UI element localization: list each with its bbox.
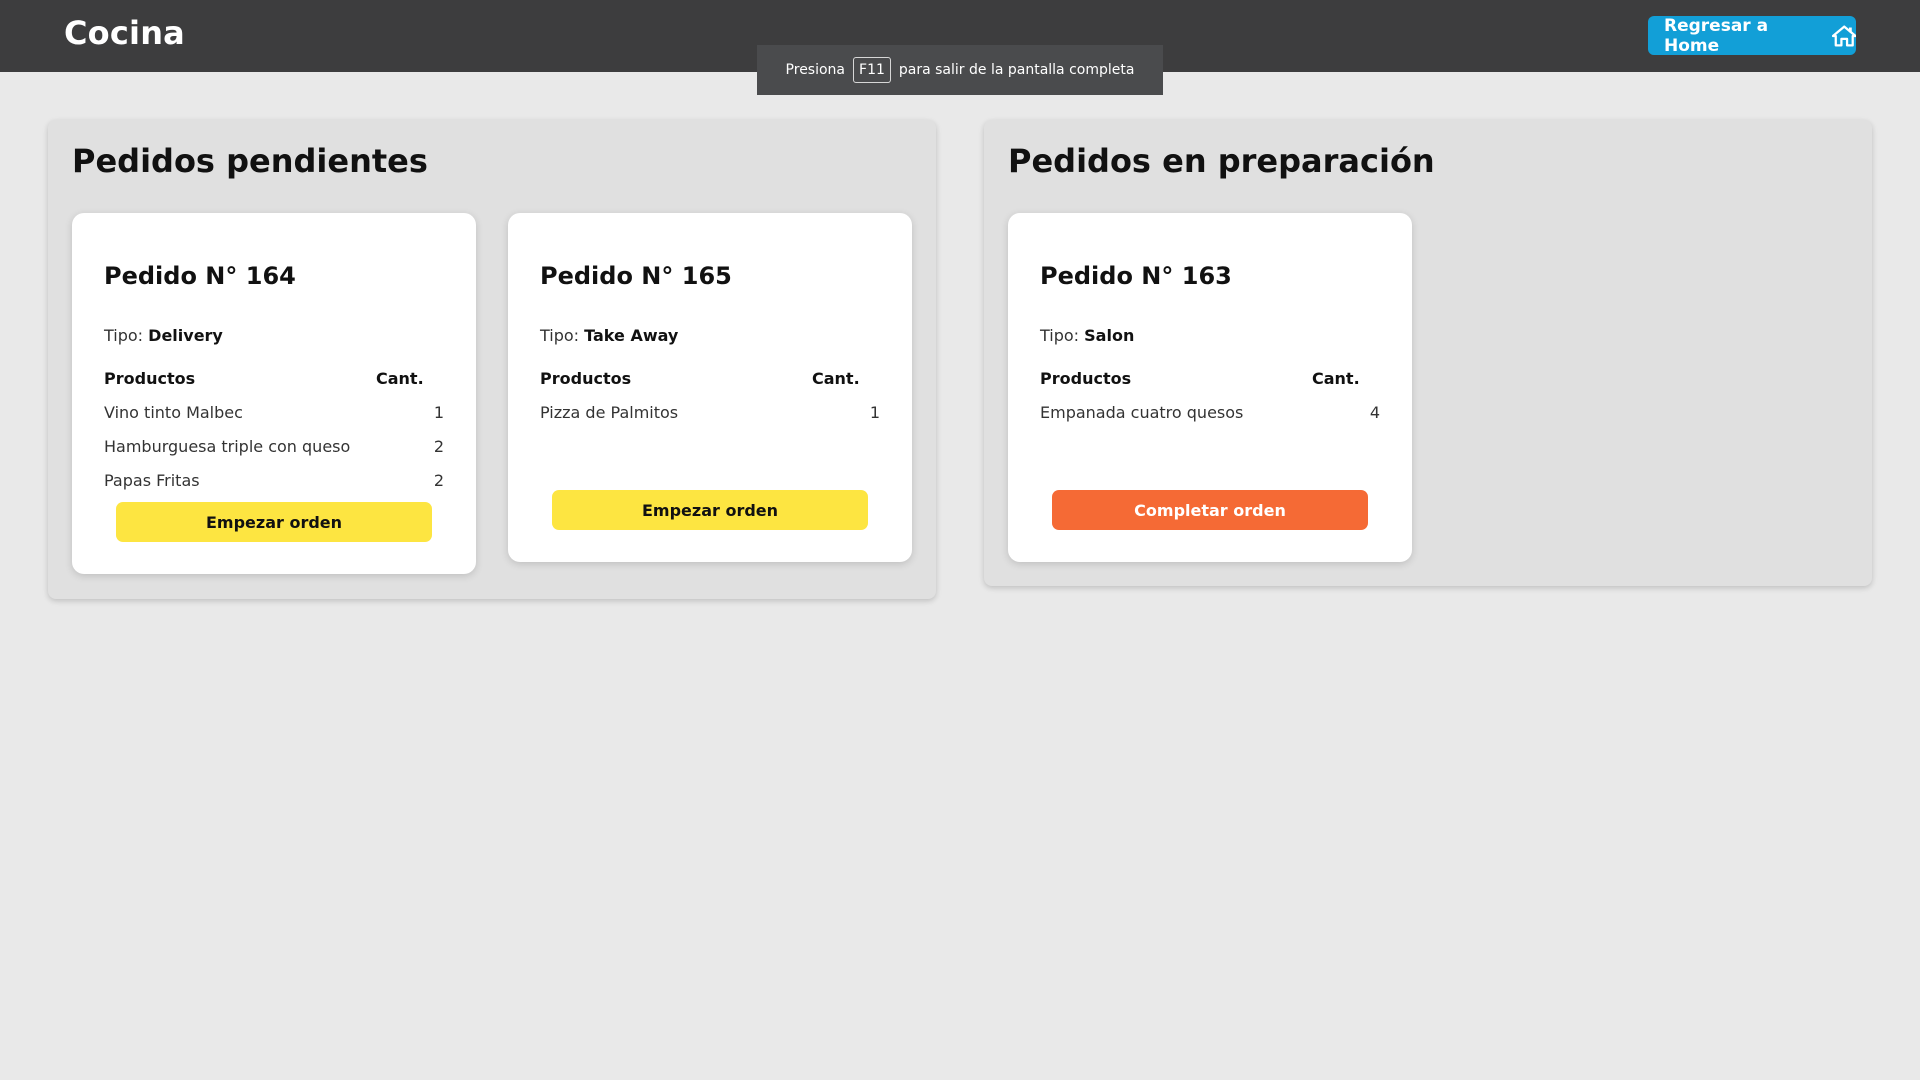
products-header: Productos Cant. bbox=[104, 369, 444, 388]
order-type: Tipo: Salon bbox=[1040, 326, 1134, 345]
pending-orders-panel: Pedidos pendientes Pedido N° 164 Tipo: D… bbox=[48, 120, 936, 599]
product-qty: 1 bbox=[433, 403, 444, 422]
product-row: Vino tinto Malbec 1 bbox=[104, 403, 444, 422]
order-type-label: Tipo: bbox=[104, 326, 144, 345]
product-qty: 4 bbox=[1369, 403, 1380, 422]
order-card: Pedido N° 165 Tipo: Take Away Productos … bbox=[508, 213, 912, 562]
complete-order-button[interactable]: Completar orden bbox=[1052, 490, 1368, 530]
start-order-button[interactable]: Empezar orden bbox=[116, 502, 432, 542]
order-card: Pedido N° 164 Tipo: Delivery Productos C… bbox=[72, 213, 476, 574]
order-title: Pedido N° 164 bbox=[104, 262, 296, 290]
product-row: Empanada cuatro quesos 4 bbox=[1040, 403, 1380, 422]
home-button[interactable]: Regresar a Home bbox=[1648, 15, 1856, 56]
product-row: Papas Fritas 2 bbox=[104, 471, 444, 490]
order-type: Tipo: Delivery bbox=[104, 326, 223, 345]
in-progress-orders-panel: Pedidos en preparación Pedido N° 163 Tip… bbox=[984, 120, 1872, 586]
products-header: Productos Cant. bbox=[1040, 369, 1380, 388]
order-type-value: Delivery bbox=[148, 326, 223, 345]
qty-header-label: Cant. bbox=[812, 369, 860, 388]
qty-header-label: Cant. bbox=[1312, 369, 1360, 388]
product-name: Papas Fritas bbox=[104, 471, 200, 490]
order-type: Tipo: Take Away bbox=[540, 326, 678, 345]
start-order-button[interactable]: Empezar orden bbox=[552, 490, 868, 530]
product-qty: 1 bbox=[869, 403, 880, 422]
home-icon bbox=[1831, 24, 1856, 47]
product-name: Empanada cuatro quesos bbox=[1040, 403, 1244, 422]
fullscreen-key: F11 bbox=[853, 57, 891, 83]
panel-title-pending: Pedidos pendientes bbox=[72, 142, 428, 180]
product-name: Hamburguesa triple con queso bbox=[104, 437, 351, 456]
product-row: Pizza de Palmitos 1 bbox=[540, 403, 880, 422]
order-type-label: Tipo: bbox=[1040, 326, 1080, 345]
qty-header-label: Cant. bbox=[376, 369, 424, 388]
products-header-label: Productos bbox=[1040, 369, 1132, 388]
product-qty: 2 bbox=[433, 471, 444, 490]
product-name: Vino tinto Malbec bbox=[104, 403, 243, 422]
order-type-label: Tipo: bbox=[540, 326, 580, 345]
products-header-label: Productos bbox=[540, 369, 632, 388]
app-title: Cocina bbox=[64, 14, 185, 52]
products-header: Productos Cant. bbox=[540, 369, 880, 388]
order-type-value: Take Away bbox=[584, 326, 679, 345]
product-row: Hamburguesa triple con queso 2 bbox=[104, 437, 444, 456]
product-name: Pizza de Palmitos bbox=[540, 403, 679, 422]
product-qty: 2 bbox=[433, 437, 444, 456]
products-header-label: Productos bbox=[104, 369, 196, 388]
order-title: Pedido N° 165 bbox=[540, 262, 732, 290]
fullscreen-notice-suffix: para salir de la pantalla completa bbox=[898, 62, 1135, 78]
order-type-value: Salon bbox=[1084, 326, 1135, 345]
fullscreen-notice-prefix: Presiona bbox=[785, 62, 846, 78]
panel-title-in-progress: Pedidos en preparación bbox=[1008, 142, 1435, 180]
fullscreen-notice: Presiona F11 para salir de la pantalla c… bbox=[757, 45, 1163, 95]
order-card: Pedido N° 163 Tipo: Salon Productos Cant… bbox=[1008, 213, 1412, 562]
home-button-label: Regresar a Home bbox=[1664, 15, 1769, 56]
order-title: Pedido N° 163 bbox=[1040, 262, 1232, 290]
